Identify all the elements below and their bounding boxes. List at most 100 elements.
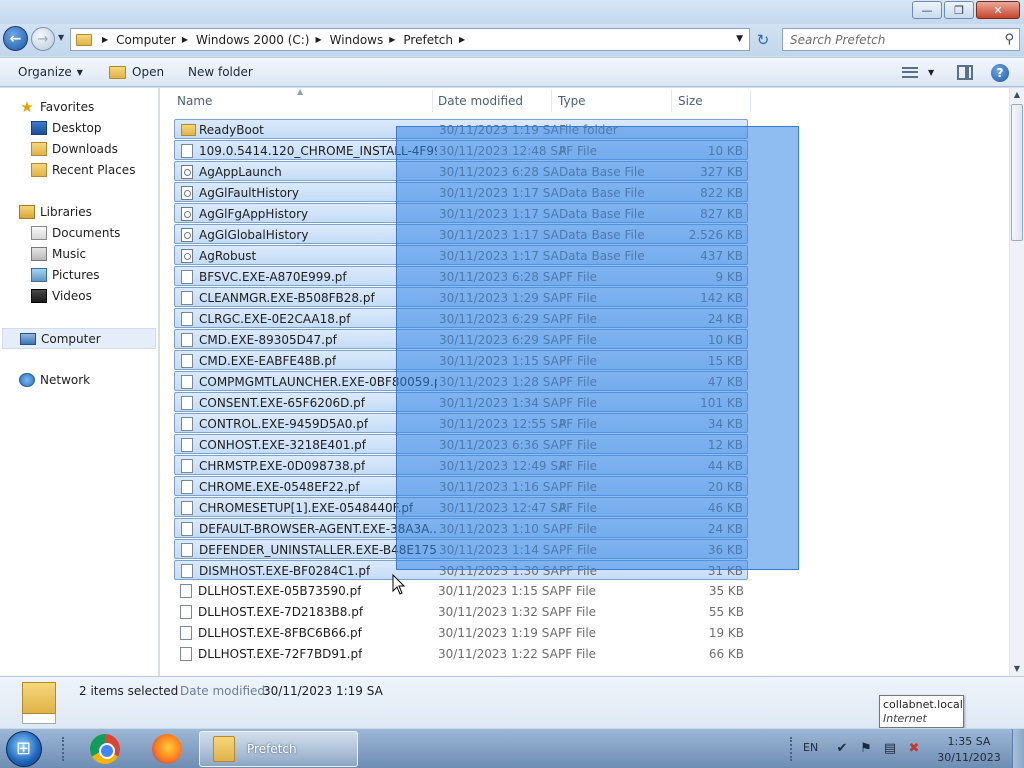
action-center-flag-icon[interactable]: ⚑ (858, 741, 874, 757)
chevron-down-icon[interactable]: ▼ (736, 34, 743, 44)
breadcrumb-prefetch[interactable]: Prefetch (403, 33, 453, 47)
chevron-right-icon[interactable]: ▶ (459, 35, 465, 44)
nav-label: Network (40, 373, 91, 387)
taskbar-firefox[interactable] (142, 732, 192, 766)
nav-recent-places[interactable]: Recent Places (31, 161, 135, 179)
vertical-scrollbar[interactable]: ▲ ▼ (1009, 88, 1024, 676)
nav-computer[interactable]: Computer (2, 328, 156, 349)
security-shield-icon[interactable]: ✔ (834, 741, 850, 757)
file-date-modified: 30/11/2023 1:32 SA (438, 605, 558, 619)
file-size: 55 KB (708, 605, 744, 619)
search-icon[interactable]: ⚲ (1004, 32, 1014, 47)
address-bar[interactable]: ▶ Computer ▶ Windows 2000 (C:) ▶ Windows… (70, 28, 750, 51)
nav-network[interactable]: Network (19, 371, 90, 389)
search-input[interactable] (790, 32, 990, 47)
file-row[interactable]: DLLHOST.EXE-72F7BD91.pf 30/11/2023 1:22 S… (174, 644, 748, 664)
breadcrumb-drive[interactable]: Windows 2000 (C:) (196, 33, 310, 47)
file-icon (181, 270, 193, 284)
nav-label: Desktop (52, 121, 102, 135)
file-icon (181, 480, 193, 494)
file-row[interactable]: DLLHOST.EXE-7D2183B8.pf 30/11/2023 1:32 S… (174, 602, 748, 622)
show-desktop-button[interactable] (1012, 729, 1024, 768)
chevron-right-icon[interactable]: ▶ (102, 35, 108, 44)
recent-pages-dropdown[interactable]: ▼ (58, 33, 64, 42)
taskbar-grip (62, 737, 66, 761)
taskbar-explorer-prefetch[interactable]: Prefetch (199, 731, 358, 767)
refresh-icon[interactable]: ↻ (752, 29, 774, 51)
file-name: DLLHOST.EXE-72F7BD91.pf (198, 647, 363, 661)
window-controls: — ❐ ✕ (910, 1, 1020, 19)
selection-count: 2 items selected (79, 684, 179, 698)
file-icon (181, 417, 193, 431)
open-button[interactable]: Open (109, 65, 164, 79)
chevron-right-icon[interactable]: ▶ (389, 35, 395, 44)
scroll-down-icon[interactable]: ▼ (1010, 662, 1024, 676)
nav-libraries[interactable]: Libraries (19, 203, 92, 221)
column-divider[interactable] (551, 90, 552, 112)
file-name: ReadyBoot (199, 123, 264, 137)
folder-icon (213, 736, 235, 762)
database-icon (181, 165, 193, 179)
file-size: 66 KB (708, 647, 744, 661)
back-button[interactable]: ← (3, 26, 28, 51)
breadcrumb-windows[interactable]: Windows (330, 33, 384, 47)
help-icon[interactable]: ? (991, 64, 1009, 82)
nav-favorites[interactable]: ★ Favorites (19, 98, 94, 116)
column-headers: Name ▲ Date modified Type Size (160, 88, 1009, 113)
column-divider[interactable] (432, 90, 433, 112)
column-divider[interactable] (671, 90, 672, 112)
close-button[interactable]: ✕ (976, 1, 1020, 19)
views-icon[interactable] (902, 67, 918, 78)
file-date-modified: 30/11/2023 1:22 SA (438, 647, 558, 661)
column-header-name[interactable]: Name (177, 94, 212, 108)
nav-desktop[interactable]: Desktop (31, 119, 102, 137)
file-icon (180, 584, 192, 598)
file-row[interactable]: DLLHOST.EXE-8FBC6B66.pf 30/11/2023 1:19 S… (174, 623, 748, 643)
network-icon[interactable]: ▤ (882, 741, 898, 757)
taskbar-chrome[interactable] (80, 732, 130, 766)
file-list[interactable]: Name ▲ Date modified Type Size ReadyBoot… (160, 88, 1009, 676)
chevron-right-icon[interactable]: ▶ (182, 35, 188, 44)
nav-videos[interactable]: Videos (31, 287, 92, 305)
open-folder-icon (109, 65, 126, 79)
column-header-date-modified[interactable]: Date modified (438, 94, 523, 108)
scroll-up-icon[interactable]: ▲ (1010, 88, 1024, 102)
column-header-size[interactable]: Size (678, 94, 703, 108)
file-name: CONSENT.EXE-65F6206D.pf (199, 396, 366, 410)
preview-pane-icon[interactable] (957, 65, 973, 80)
minimize-button[interactable]: — (912, 1, 942, 19)
chevron-right-icon[interactable]: ▶ (316, 35, 322, 44)
start-button[interactable] (6, 731, 42, 767)
database-icon (181, 186, 193, 200)
chevron-down-icon[interactable]: ▼ (928, 68, 934, 77)
column-header-type[interactable]: Type (558, 94, 586, 108)
file-size: 19 KB (708, 626, 744, 640)
navigation-pane: ★ Favorites Desktop Downloads Recent Pla… (0, 88, 159, 676)
selection-preview-icon (22, 682, 56, 724)
maximize-button[interactable]: ❐ (944, 1, 974, 19)
nav-documents[interactable]: Documents (31, 224, 120, 242)
network-icon (19, 373, 35, 387)
file-type: PF File (558, 584, 597, 598)
file-name: CONHOST.EXE-3218E401.pf (199, 438, 367, 452)
volume-muted-icon[interactable]: ✖ (906, 741, 922, 757)
new-folder-button[interactable]: New folder (188, 65, 253, 79)
nav-music[interactable]: Music (31, 245, 86, 263)
search-box[interactable]: ⚲ (782, 28, 1020, 51)
nav-label: Libraries (40, 205, 92, 219)
forward-button[interactable]: → (31, 27, 55, 51)
computer-icon (20, 332, 36, 345)
language-indicator[interactable]: EN (803, 741, 818, 754)
file-row[interactable]: DLLHOST.EXE-05B73590.pf 30/11/2023 1:15 S… (174, 581, 748, 601)
file-icon (181, 564, 193, 578)
scroll-thumb[interactable] (1011, 104, 1023, 241)
breadcrumb-computer[interactable]: Computer (116, 33, 176, 47)
file-type: PF File (558, 605, 597, 619)
nav-downloads[interactable]: Downloads (31, 140, 118, 158)
clock[interactable]: 1:35 SA 30/11/2023 (931, 734, 1007, 766)
organize-button[interactable]: Organize ▼ (18, 65, 83, 79)
nav-pictures[interactable]: Pictures (31, 266, 100, 284)
star-icon: ★ (20, 98, 34, 116)
clock-date: 30/11/2023 (937, 751, 1001, 764)
column-divider[interactable] (750, 90, 751, 112)
